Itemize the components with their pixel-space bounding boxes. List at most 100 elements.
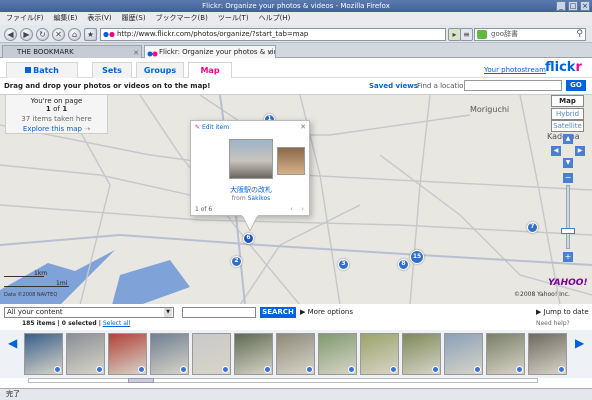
owner-link[interactable]: Sakikos: [248, 195, 271, 202]
menu-file[interactable]: ファイル(F): [6, 12, 44, 25]
edit-item-link[interactable]: Edit item: [202, 124, 229, 131]
photo-thumbnail[interactable]: [318, 333, 357, 375]
scale-km-label: 1km: [34, 270, 48, 277]
home-icon[interactable]: ⌂: [68, 28, 81, 41]
photo-thumbnail[interactable]: [66, 333, 105, 375]
pan-left-icon[interactable]: ◀: [551, 146, 561, 156]
photo-thumbnail[interactable]: [192, 333, 231, 375]
url-text: http://www.flickr.com/photos/organize/?s…: [117, 30, 309, 38]
map-marker[interactable]: 7: [527, 222, 538, 233]
menu-help[interactable]: ヘルプ(H): [259, 12, 291, 25]
need-help-link[interactable]: Need help?: [536, 320, 570, 327]
url-field[interactable]: http://www.flickr.com/photos/organize/?s…: [100, 28, 446, 41]
popup-next-icon[interactable]: ›: [301, 205, 304, 213]
location-input[interactable]: [464, 80, 562, 91]
map-marker-selected[interactable]: 6: [243, 233, 254, 244]
status-bar: 完了: [0, 388, 592, 400]
close-icon[interactable]: ×: [580, 1, 590, 11]
go-button[interactable]: GO: [566, 80, 586, 91]
close-tab-icon[interactable]: ✕: [133, 47, 139, 58]
strip-scroll-thumb[interactable]: [128, 378, 154, 383]
pan-up-icon[interactable]: ▲: [563, 134, 573, 144]
content-select[interactable]: All your content ▼: [4, 307, 174, 318]
map-type-map[interactable]: Map: [551, 95, 584, 107]
strip-prev-icon[interactable]: ◀: [8, 336, 17, 350]
browser-tab-bar: THE BOOKMARK ✕ Flickr: Organize your pho…: [0, 43, 592, 58]
map-type-satellite[interactable]: Satellite: [551, 120, 584, 132]
map-label-moriguchi: Moriguchi: [470, 105, 510, 114]
photo-thumbnail[interactable]: [444, 333, 483, 375]
search-engine-icon[interactable]: [477, 30, 487, 39]
edit-item-row: ✎ Edit item: [195, 124, 229, 131]
maximize-icon[interactable]: □: [568, 1, 578, 11]
pan-right-icon[interactable]: ▶: [575, 146, 585, 156]
map-marker[interactable]: 8: [398, 259, 409, 270]
popup-pointer: [241, 215, 259, 231]
photo-thumbnail[interactable]: [402, 333, 441, 375]
photo-thumbnail[interactable]: [234, 333, 273, 375]
popup-side-thumbnail[interactable]: [277, 147, 305, 175]
geotag-dot-icon: [390, 366, 397, 373]
zoom-slider-handle[interactable]: [561, 228, 575, 234]
tab-sets[interactable]: Sets: [92, 62, 132, 78]
photo-thumbnail[interactable]: [24, 333, 63, 375]
popup-main-thumbnail[interactable]: [229, 139, 273, 179]
tab-the-bookmark[interactable]: THE BOOKMARK ✕: [2, 45, 142, 58]
zoom-out-icon[interactable]: −: [563, 173, 573, 183]
feed-icon[interactable]: ≡: [460, 28, 473, 41]
saved-views-link[interactable]: Saved views: [369, 78, 418, 94]
photo-thumbnail[interactable]: [528, 333, 567, 375]
stop-icon[interactable]: ✕: [52, 28, 65, 41]
menu-bookmarks[interactable]: ブックマーク(B): [156, 12, 208, 25]
jump-to-date-toggle[interactable]: ▶ Jump to date: [536, 308, 589, 316]
photostream-link[interactable]: Your photostream: [484, 66, 546, 74]
forward-icon[interactable]: ▶: [20, 28, 33, 41]
popup-prev-icon[interactable]: ‹: [290, 205, 293, 213]
geotag-dot-icon: [138, 366, 145, 373]
filter-bar: All your content ▼ SEARCH ▶ More options…: [0, 304, 592, 330]
photo-thumbnail[interactable]: [108, 333, 147, 375]
menu-history[interactable]: 履歴(S): [122, 12, 146, 25]
close-tab-icon[interactable]: ✕: [267, 47, 273, 58]
zoom-slider-track[interactable]: [566, 185, 570, 249]
bookmark-icon[interactable]: ★: [84, 28, 97, 41]
menu-edit[interactable]: 編集(E): [54, 12, 78, 25]
find-location-label: Find a location: [417, 82, 468, 90]
tab-batch-organize[interactable]: Batch Organize: [6, 62, 78, 90]
menu-tools[interactable]: ツール(T): [218, 12, 249, 25]
photo-thumbnail[interactable]: [360, 333, 399, 375]
map-marker[interactable]: 15: [410, 250, 424, 264]
search-icon[interactable]: ⚲: [576, 29, 583, 40]
search-placeholder: goo辞書: [491, 30, 519, 38]
strip-next-icon[interactable]: ▶: [575, 336, 584, 350]
zoom-in-icon[interactable]: +: [563, 252, 573, 262]
menu-bar: ファイル(F) 編集(E) 表示(V) 履歴(S) ブックマーク(B) ツール(…: [0, 12, 592, 25]
reload-icon[interactable]: ↻: [36, 28, 49, 41]
popup-close-icon[interactable]: ✕: [300, 123, 306, 131]
strip-scrollbar[interactable]: [28, 378, 538, 383]
minimize-icon[interactable]: _: [556, 1, 566, 11]
chevron-down-icon[interactable]: ▼: [164, 308, 172, 317]
tab-groups[interactable]: Groups: [136, 62, 184, 78]
window-title: Flickr: Organize your photos & videos - …: [0, 0, 592, 12]
popup-caption[interactable]: 大阪駅の改札: [191, 185, 311, 195]
photo-search-button[interactable]: SEARCH: [260, 307, 296, 318]
map-marker[interactable]: 3: [338, 259, 349, 270]
photo-search-input[interactable]: [182, 307, 256, 318]
tab-flickr-organize[interactable]: Flickr: Organize your photos & videos ✕: [144, 45, 276, 58]
photo-thumbnail[interactable]: [276, 333, 315, 375]
map-type-hybrid[interactable]: Hybrid: [551, 108, 584, 120]
search-input[interactable]: goo辞書 ⚲: [474, 28, 586, 41]
more-options-toggle[interactable]: ▶ More options: [300, 308, 353, 316]
map-marker[interactable]: 2: [231, 256, 242, 267]
explore-link[interactable]: Explore this map: [23, 125, 82, 133]
popup-counter: 1 of 6: [195, 206, 213, 213]
photo-thumbnail[interactable]: [486, 333, 525, 375]
select-all-link[interactable]: Select all: [103, 320, 130, 327]
more-options-label: More options: [307, 308, 353, 316]
back-icon[interactable]: ◀: [4, 28, 17, 41]
pan-down-icon[interactable]: ▼: [563, 158, 573, 168]
tab-map[interactable]: Map: [188, 62, 232, 78]
menu-view[interactable]: 表示(V): [87, 12, 111, 25]
photo-thumbnail[interactable]: [150, 333, 189, 375]
